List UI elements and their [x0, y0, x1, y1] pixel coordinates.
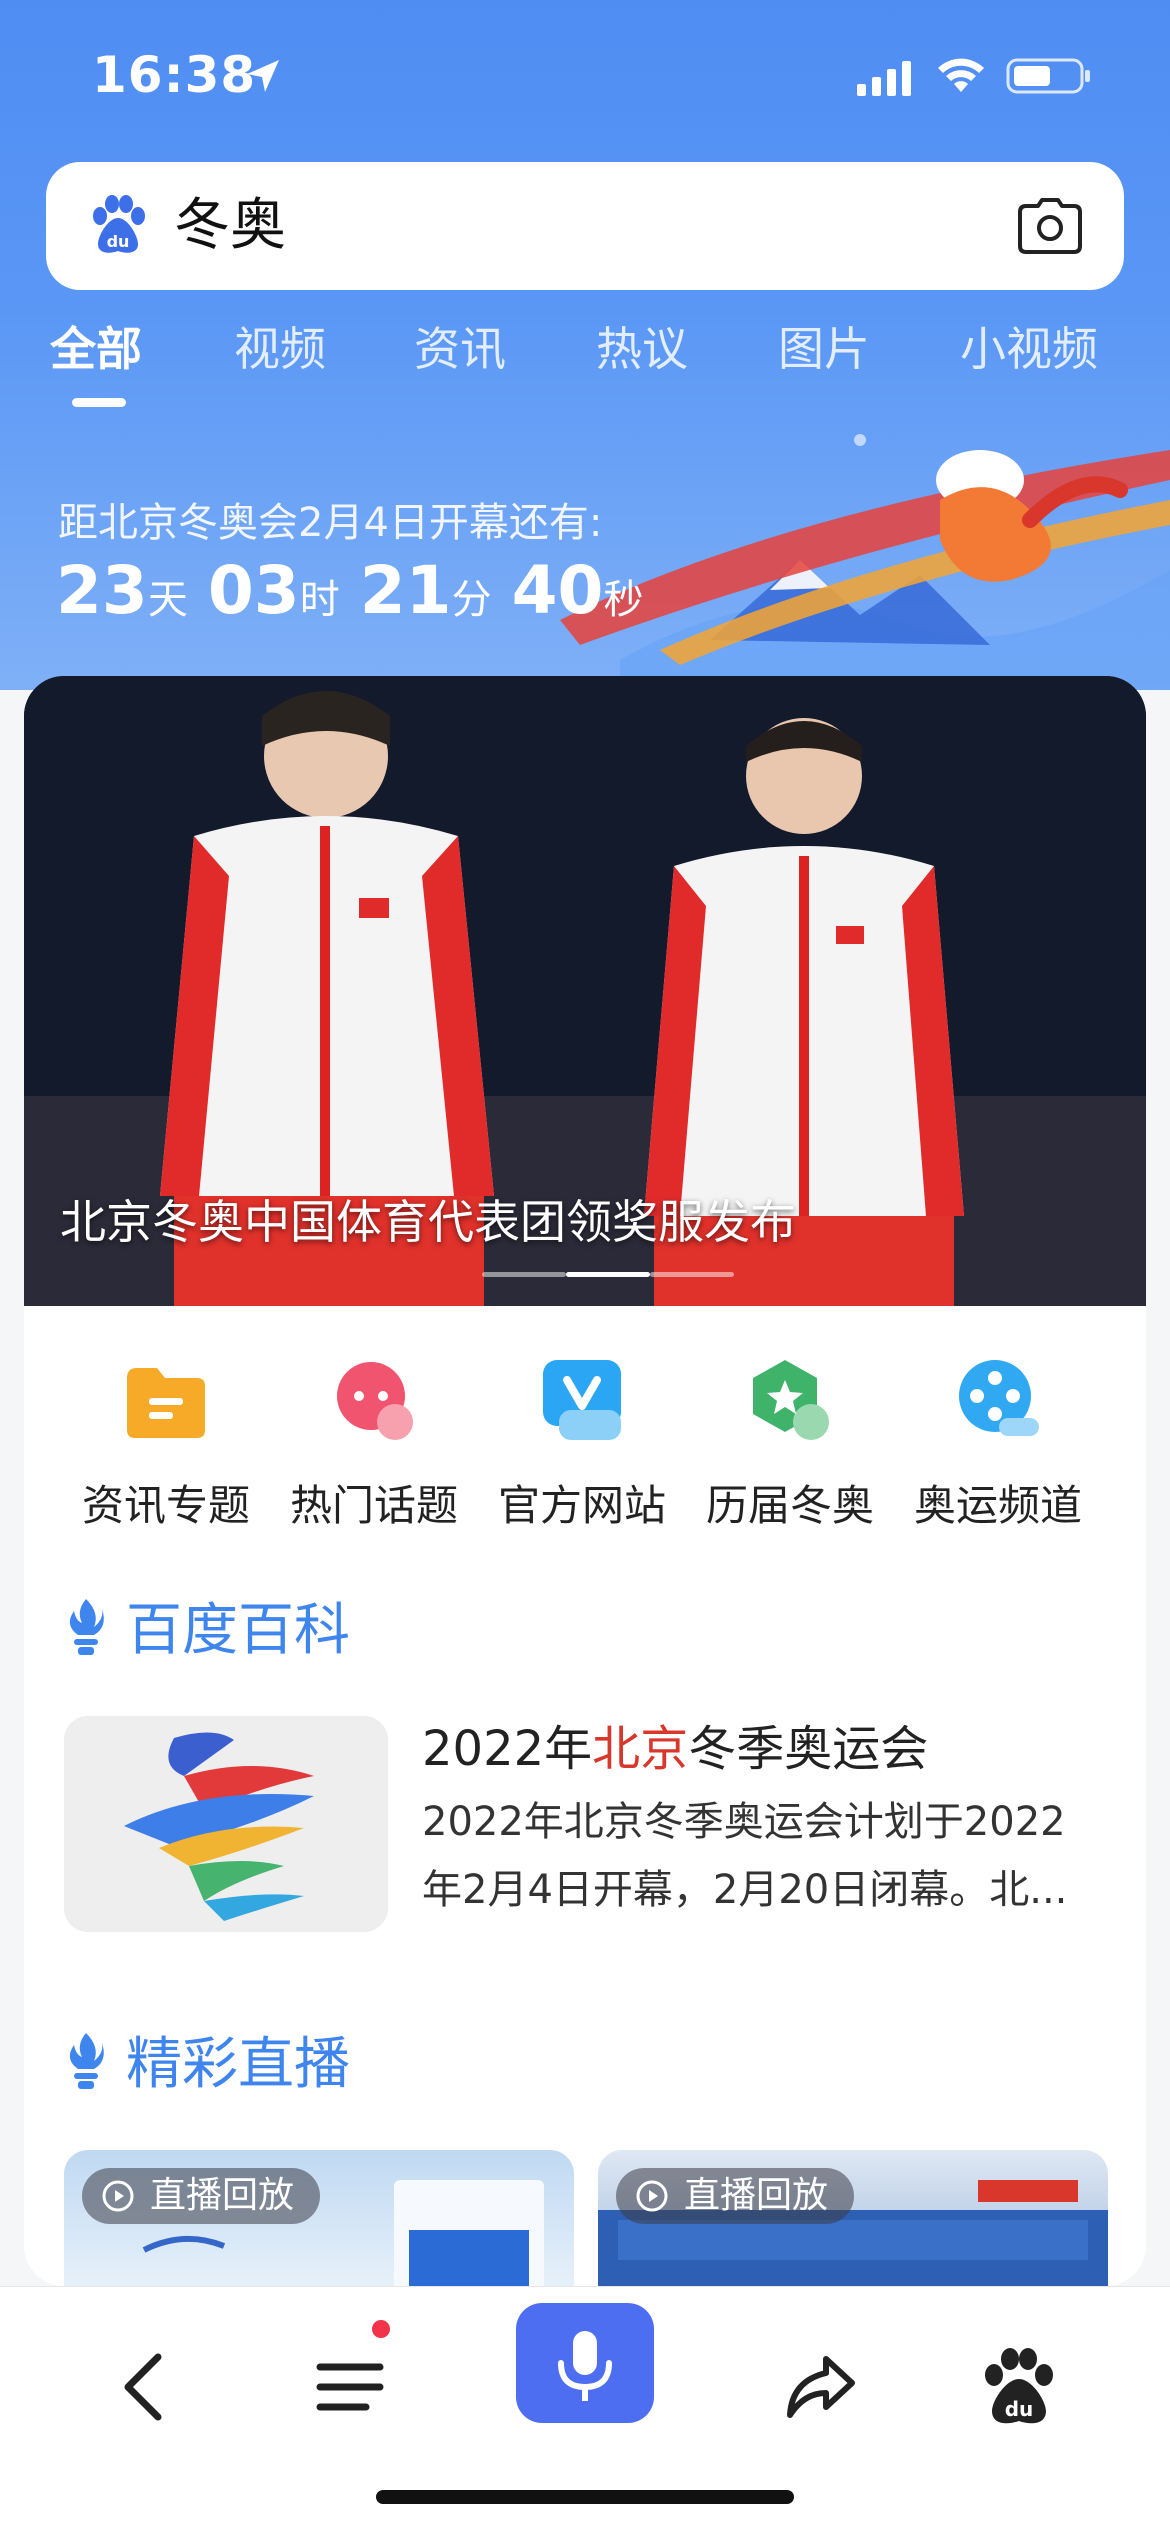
section-title-baike[interactable]: 百度百科 [64, 1596, 350, 1666]
search-tabs: 全部 视频 资讯 热议 图片 小视频 [0, 318, 1170, 408]
countdown-days-unit: 天 [147, 577, 188, 623]
baike-title[interactable]: 2022年北京冬季奥运会 [422, 1716, 928, 1782]
wifi-icon [938, 58, 984, 92]
torch-icon [69, 2033, 104, 2089]
countdown-hours-unit: 时 [299, 577, 340, 623]
countdown-days: 23 [56, 552, 148, 629]
home-indicator [376, 2490, 794, 2504]
countdown-label: 距北京冬奥会2月4日开幕还有: [58, 500, 603, 546]
star-hexagon-icon [753, 1360, 829, 1440]
carousel-dot [482, 1272, 566, 1277]
section-title-live[interactable]: 精彩直播 [64, 2030, 350, 2100]
shortcut-label: 奥运频道 [913, 1481, 1082, 1530]
play-circle-icon [102, 2180, 134, 2212]
microphone-icon [558, 2331, 612, 2401]
tab-all[interactable]: 全部 [50, 318, 142, 380]
replay-badge: 直播回放 [82, 2168, 321, 2224]
location-arrow-icon [247, 60, 279, 92]
share-icon[interactable] [770, 2337, 870, 2437]
tab-discussion[interactable]: 热议 [596, 318, 688, 380]
carousel-dot [650, 1272, 734, 1277]
svg-text:du: du [107, 232, 130, 251]
banner-caption[interactable]: 北京冬奥中国体育代表团领奖服发布 [60, 1186, 796, 1252]
tab-images[interactable]: 图片 [778, 318, 870, 380]
live-card[interactable]: 直播回放 [64, 2150, 574, 2286]
camera-icon[interactable] [1018, 198, 1082, 254]
carousel-dot-active [566, 1272, 650, 1277]
svg-text:du: du [1005, 2397, 1034, 2421]
tab-news[interactable]: 资讯 [414, 318, 506, 380]
live-card[interactable]: 直播回放 [598, 2150, 1108, 2286]
olympic-decoration [560, 434, 1170, 690]
beijing-2022-emblem [64, 1716, 388, 1932]
folder-icon [127, 1368, 205, 1438]
shortcut-label: 热门话题 [289, 1481, 458, 1530]
section-title-text: 精彩直播 [126, 2032, 350, 2097]
countdown-minutes: 21 [359, 552, 452, 629]
live-card-list: 直播回放 直播回放 [64, 2150, 1146, 2286]
shortcut-news-topics[interactable]: 资讯专题 [66, 1356, 266, 1533]
countdown-hours: 03 [207, 552, 300, 629]
countdown-minutes-unit: 分 [451, 577, 492, 623]
baike-title-part: 冬季奥运会 [688, 1721, 929, 1777]
active-tab-indicator [72, 398, 126, 407]
battery-icon [1006, 58, 1090, 94]
shortcut-hot-topics[interactable]: 热门话题 [274, 1356, 474, 1533]
tab-short-video[interactable]: 小视频 [960, 318, 1098, 380]
section-title-text: 百度百科 [126, 1598, 350, 1663]
news-banner-carousel[interactable]: 北京冬奥中国体育代表团领奖服发布 [24, 676, 1146, 1306]
shortcut-label: 资讯专题 [81, 1481, 250, 1530]
replay-badge-label: 直播回放 [150, 2175, 295, 2216]
status-bar: 16:38 [0, 0, 1170, 150]
shortcut-past-games[interactable]: 历届冬奥 [690, 1356, 890, 1533]
replay-badge-label: 直播回放 [684, 2175, 829, 2216]
countdown-seconds-unit: 秒 [603, 577, 644, 623]
film-reel-icon [959, 1360, 1039, 1436]
shortcut-label: 历届冬奥 [705, 1481, 874, 1530]
countdown-seconds: 40 [511, 552, 604, 629]
menu-icon[interactable] [300, 2337, 400, 2437]
baidu-paw-icon: du [93, 195, 145, 253]
back-arrow-icon[interactable] [96, 2337, 196, 2437]
shortcut-official-site[interactable]: 官方网站 [482, 1356, 682, 1533]
baike-description: 2022年北京冬季奥运会计划于2022年2月4日开幕，2月20日闭幕。北... [422, 1799, 1068, 1913]
shortcut-olympic-channel[interactable]: 奥运频道 [898, 1356, 1098, 1533]
replay-badge: 直播回放 [616, 2168, 855, 2224]
shortcut-label: 官方网站 [497, 1481, 666, 1530]
baike-title-part: 2022年 [422, 1721, 593, 1777]
results-card: 北京冬奥中国体育代表团领奖服发布 资讯专题 热门话题 官方网站 历届冬奥 奥运频… [24, 676, 1146, 2286]
baike-title-highlight: 北京 [592, 1721, 689, 1777]
shortcut-grid: 资讯专题 热门话题 官方网站 历届冬奥 奥运频道 [24, 1356, 1146, 1556]
notification-dot [372, 2320, 390, 2338]
baidu-home-icon[interactable]: du [968, 2337, 1068, 2437]
tab-video[interactable]: 视频 [234, 318, 326, 380]
status-time: 16:38 [92, 46, 257, 104]
search-input[interactable]: 冬奥 [174, 192, 286, 260]
torch-icon [69, 1599, 104, 1655]
emblem-graphic [64, 1716, 388, 1932]
play-circle-icon [636, 2180, 668, 2212]
countdown-timer: 23天 03时 21分 40秒 [56, 552, 663, 629]
v-badge-icon [543, 1360, 621, 1440]
search-box[interactable]: du 冬奥 [46, 162, 1124, 290]
chat-icon [337, 1362, 413, 1440]
baike-entry[interactable]: 2022年北京冬季奥运会 2022年北京冬季奥运会计划于2022年2月4日开幕，… [64, 1716, 1124, 1936]
cellular-signal-icon [857, 61, 911, 96]
voice-search-button[interactable] [516, 2303, 654, 2423]
